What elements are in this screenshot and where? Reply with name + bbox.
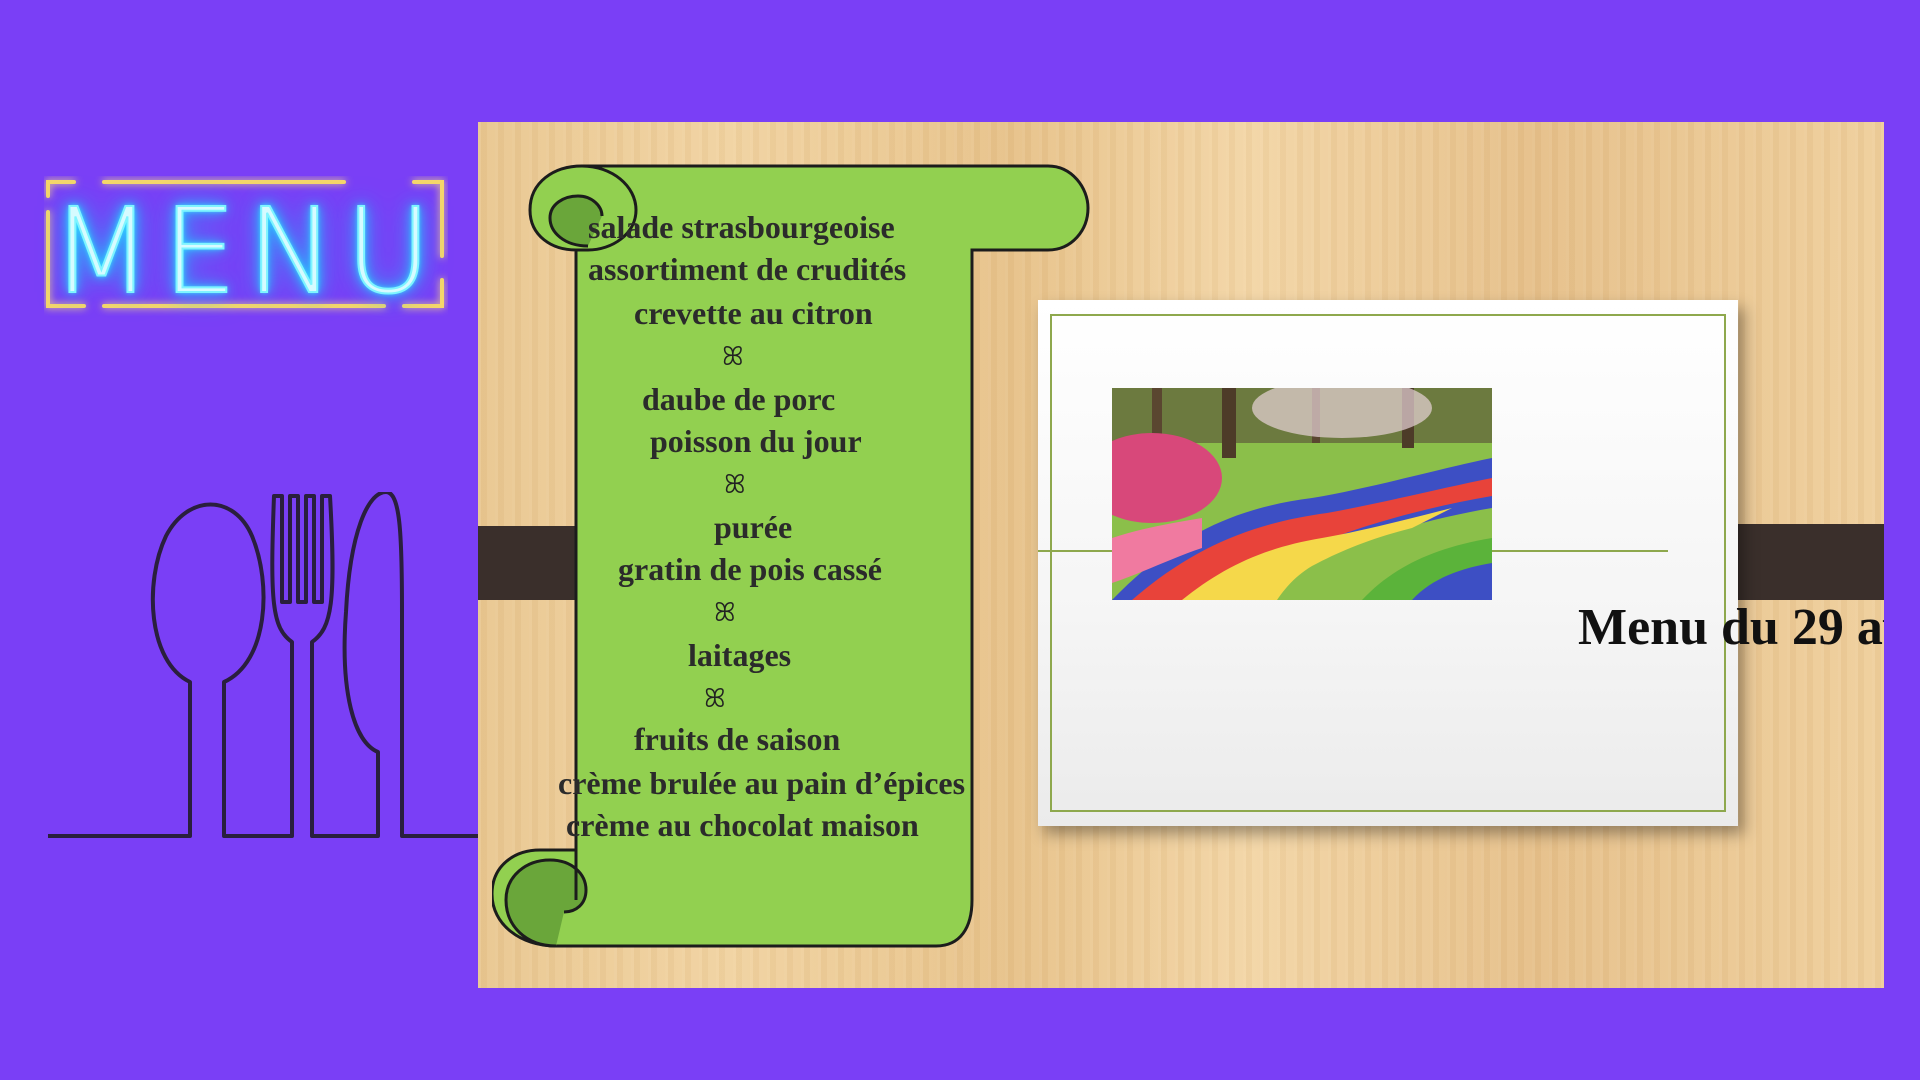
- menu-item: salade strasbourgeoise: [588, 209, 895, 245]
- menu-item: fruits de saison: [634, 721, 841, 757]
- menu-item: laitages: [688, 637, 792, 673]
- menu-item: crevette au citron: [634, 295, 873, 331]
- wooden-board: Menu du 29 avril salade strasbourgeoise …: [478, 122, 1884, 988]
- menu-item: purée: [714, 509, 793, 545]
- menu-item: gratin de pois cassé: [618, 551, 882, 587]
- ornament-divider: ꕤ: [704, 684, 726, 714]
- ornament-divider: ꕤ: [714, 598, 736, 628]
- ornament-divider: ꕤ: [722, 342, 744, 372]
- neon-menu-sign: MENU: [44, 176, 448, 321]
- menu-item: assortiment de crudités: [588, 251, 907, 287]
- spoon-fork-knife-icon: [48, 490, 480, 842]
- menu-item: crème au chocolat maison: [566, 807, 919, 843]
- strap-right: [1724, 524, 1884, 600]
- menu-item: daube de porc: [642, 381, 836, 417]
- card-title: Menu du 29 avril: [1578, 599, 1884, 656]
- neon-menu-text: MENU: [49, 181, 442, 321]
- menu-item: crème brulée au pain d’épices: [558, 765, 966, 801]
- menu-item: poisson du jour: [650, 423, 862, 459]
- ornament-divider: ꕤ: [724, 470, 746, 500]
